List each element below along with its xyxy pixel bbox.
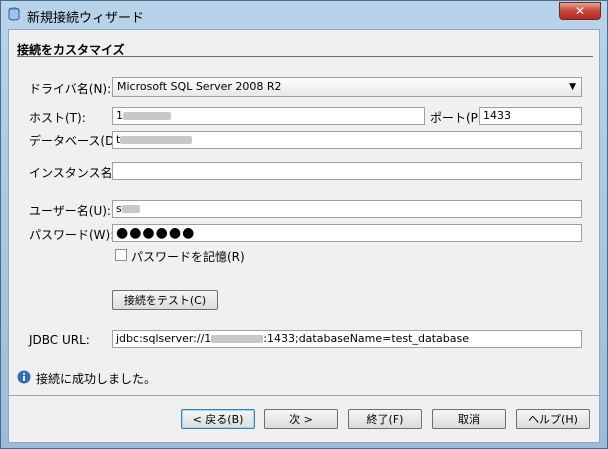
jdbc-url-suffix: :1433;databaseName=test_database (263, 332, 469, 345)
jdbc-url-label: JDBC URL: (29, 333, 90, 347)
password-input[interactable]: ●●●●●● (112, 224, 582, 242)
instance-input[interactable] (112, 162, 582, 180)
status-message: 接続に成功しました。 (36, 372, 157, 386)
redacted-text (120, 136, 193, 144)
wizard-window: 新規接続ウィザード ✕ 接続をカスタマイズ ドライバ名(N): Microsof… (0, 0, 608, 449)
port-input[interactable]: 1433 (479, 107, 582, 125)
cancel-button[interactable]: 取消 (432, 409, 506, 429)
database-icon (8, 7, 20, 21)
host-label: ホスト(T): (29, 111, 86, 125)
remember-password-checkbox[interactable] (115, 249, 127, 261)
database-label: データベース(D): (29, 134, 124, 148)
button-bar: < 戻る(B) 次 > 終了(F) 取消 ヘルプ(H) (9, 396, 599, 442)
help-button[interactable]: ヘルプ(H) (516, 409, 590, 429)
close-icon: ✕ (574, 4, 586, 18)
jdbc-url-field[interactable]: jdbc:sqlserver://1 :1433;databaseName=tes… (112, 330, 582, 348)
host-value: 1 (116, 109, 123, 122)
instance-label: インスタンス名: (29, 166, 117, 180)
database-input[interactable]: t (112, 131, 582, 149)
user-input[interactable]: s (112, 200, 582, 218)
section-divider (17, 56, 593, 57)
close-button[interactable]: ✕ (559, 2, 601, 20)
title-bar[interactable]: 新規接続ウィザード ✕ (1, 1, 607, 29)
user-value: s (116, 202, 122, 215)
info-icon (17, 370, 31, 384)
jdbc-url-prefix: jdbc:sqlserver://1 (116, 332, 212, 345)
next-button[interactable]: 次 > (264, 409, 338, 429)
chevron-down-icon: ▼ (569, 82, 576, 92)
driver-label: ドライバ名(N): (29, 82, 112, 96)
redacted-text (123, 112, 171, 120)
password-label: パスワード(W): (29, 228, 115, 242)
test-connection-button[interactable]: 接続をテスト(C) (112, 290, 218, 310)
user-label: ユーザー名(U): (29, 204, 111, 218)
driver-select[interactable]: Microsoft SQL Server 2008 R2 ▼ (112, 77, 582, 97)
redacted-text (211, 335, 264, 343)
redacted-text (121, 205, 140, 213)
dialog-content: 接続をカスタマイズ ドライバ名(N): Microsoft SQL Server… (8, 29, 600, 443)
driver-value: Microsoft SQL Server 2008 R2 (117, 80, 282, 93)
back-button[interactable]: < 戻る(B) (181, 409, 255, 429)
remember-password-label[interactable]: パスワードを記憶(R) (131, 248, 245, 265)
window-title: 新規接続ウィザード (27, 11, 145, 26)
finish-button[interactable]: 終了(F) (348, 409, 422, 429)
host-input[interactable]: 1 (112, 107, 425, 125)
